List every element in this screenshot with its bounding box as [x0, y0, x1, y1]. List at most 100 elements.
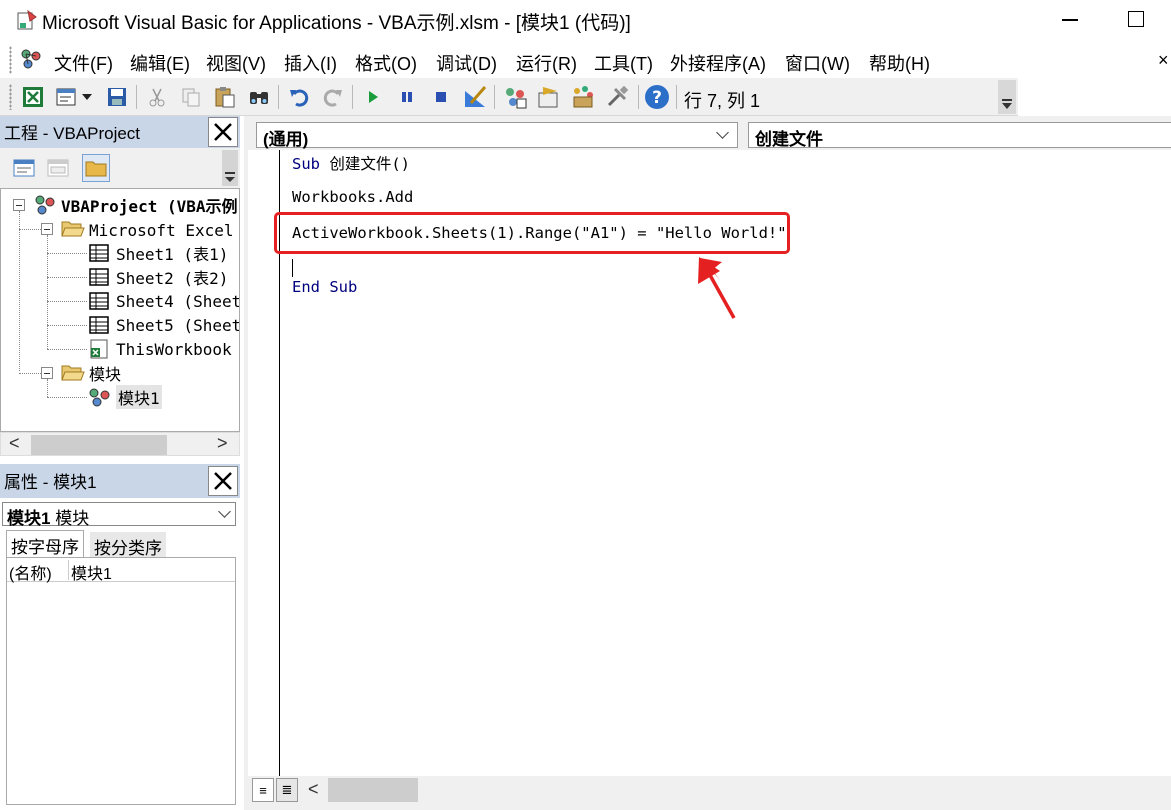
worksheet-icon — [89, 316, 109, 334]
break-icon[interactable] — [394, 84, 420, 110]
code-hscrollbar[interactable]: < — [304, 778, 1171, 802]
close-code-window-icon[interactable]: × — [1158, 50, 1169, 71]
selected-object-type: 模块 — [55, 509, 90, 528]
standard-toolbar: ? 行 7, 列 1 — [0, 78, 1018, 116]
scroll-left-icon[interactable]: < — [308, 779, 319, 800]
redo-icon[interactable] — [320, 84, 346, 110]
collapse-modules-icon[interactable] — [41, 367, 53, 379]
paste-icon[interactable] — [212, 84, 238, 110]
tree-item-module1[interactable]: 模块1 — [87, 385, 162, 409]
project-toolbar-scroll[interactable] — [222, 150, 238, 186]
menu-debug[interactable]: 调试(D) — [436, 50, 497, 76]
project-panel-close-icon[interactable] — [208, 117, 238, 147]
tree-label-excel-objects: Microsoft Excel 对 — [89, 221, 239, 240]
selected-object-name: 模块1 — [7, 509, 51, 528]
run-icon[interactable] — [360, 84, 386, 110]
vbaproject-icon — [35, 195, 55, 215]
properties-panel-header: 属性 - 模块1 — [0, 464, 240, 498]
scroll-left-icon[interactable]: < — [9, 433, 20, 454]
menu-run[interactable]: 运行(R) — [516, 50, 577, 76]
procedure-combo[interactable]: 创建文件 — [748, 122, 1171, 149]
object-combo-value: (通用) — [263, 130, 309, 149]
menu-help[interactable]: 帮助(H) — [869, 50, 930, 76]
menu-view[interactable]: 视图(V) — [206, 50, 266, 76]
code-line-2[interactable]: Workbooks.Add — [292, 188, 413, 206]
collapse-excel-objects-icon[interactable] — [41, 223, 53, 235]
properties-window-icon[interactable] — [536, 84, 562, 110]
toolbox-icon[interactable] — [604, 84, 630, 110]
find-icon[interactable] — [246, 84, 272, 110]
tree-label-modules: 模块 — [89, 365, 122, 384]
menu-edit[interactable]: 编辑(E) — [130, 50, 190, 76]
tree-label-vbaproject: VBAProject (VBA示例 — [61, 197, 238, 216]
project-explorer-icon[interactable] — [502, 84, 528, 110]
worksheet-icon — [89, 268, 109, 286]
cursor-position-label: 行 7, 列 1 — [684, 91, 761, 111]
design-mode-icon[interactable] — [462, 84, 488, 110]
tree-item-modules-folder[interactable]: 模块 — [61, 361, 121, 385]
procedure-combo-value: 创建文件 — [755, 130, 823, 149]
property-name: (名称) — [9, 560, 69, 583]
property-row[interactable]: (名称) 模块1 — [7, 558, 235, 584]
tree-item-sheet1[interactable]: Sheet1 (表1) — [87, 241, 228, 265]
minimize-button[interactable] — [1062, 19, 1078, 21]
code-line-end-sub[interactable]: End Sub — [292, 278, 357, 296]
chevron-down-icon — [716, 126, 729, 139]
menu-bar: 文件(F) 编辑(E) 视图(V) 插入(I) 格式(O) 调试(D) 运行(R… — [0, 42, 1171, 78]
view-object-icon[interactable] — [44, 154, 72, 182]
tree-item-sheet4[interactable]: Sheet4 (Sheet2 — [87, 289, 239, 313]
view-excel-icon[interactable] — [20, 84, 46, 110]
tab-alphabetic[interactable]: 按字母序 — [6, 530, 84, 558]
tree-item-excel-objects[interactable]: Microsoft Excel 对 — [61, 217, 239, 241]
toggle-folders-icon[interactable] — [82, 154, 110, 182]
procedure-view-icon[interactable]: ≡ — [252, 778, 274, 802]
project-tree-hscrollbar[interactable]: < > — [0, 432, 240, 456]
tree-item-thisworkbook[interactable]: ThisWorkbook — [87, 337, 232, 361]
tree-item-sheet5[interactable]: Sheet5 (Sheet3 — [87, 313, 239, 337]
menu-file[interactable]: 文件(F) — [54, 50, 113, 76]
tree-label-sheet2: Sheet2 (表2) — [116, 269, 229, 288]
menu-window[interactable]: 窗口(W) — [785, 50, 850, 76]
tree-item-sheet2[interactable]: Sheet2 (表2) — [87, 265, 228, 289]
scroll-right-icon[interactable]: > — [217, 433, 228, 454]
undo-icon[interactable] — [286, 84, 312, 110]
properties-panel-close-icon[interactable] — [208, 466, 238, 496]
tree-label-sheet1: Sheet1 (表1) — [116, 245, 229, 264]
code-line-1[interactable]: Sub 创建文件() — [292, 152, 410, 174]
chevron-down-icon — [218, 505, 231, 518]
folder-open-icon — [61, 365, 85, 381]
scroll-thumb[interactable] — [31, 435, 167, 455]
collapse-project-icon[interactable] — [13, 199, 25, 211]
reset-icon[interactable] — [428, 84, 454, 110]
save-icon[interactable] — [104, 84, 130, 110]
copy-icon[interactable] — [178, 84, 204, 110]
full-module-view-icon[interactable]: ≣ — [276, 778, 298, 802]
worksheet-icon — [89, 244, 109, 262]
view-code-icon[interactable] — [10, 154, 38, 182]
menu-insert[interactable]: 插入(I) — [284, 50, 337, 76]
window-title: Microsoft Visual Basic for Applications … — [42, 13, 631, 34]
menu-addins[interactable]: 外接程序(A) — [670, 50, 766, 76]
svg-text:?: ? — [652, 88, 662, 108]
insert-module-icon[interactable] — [54, 84, 80, 110]
object-browser-icon[interactable] — [570, 84, 596, 110]
properties-object-select[interactable]: 模块1 模块 — [2, 502, 236, 528]
keyword-sub: Sub — [292, 155, 320, 173]
menu-tools[interactable]: 工具(T) — [594, 50, 653, 76]
title-bar: Microsoft Visual Basic for Applications … — [0, 0, 1171, 40]
scroll-thumb[interactable] — [328, 778, 418, 802]
cut-icon[interactable] — [144, 84, 170, 110]
object-combo[interactable]: (通用) — [256, 122, 738, 149]
toolbar-grip[interactable] — [9, 84, 12, 110]
tree-item-vbaproject[interactable]: VBAProject (VBA示例 — [33, 193, 238, 217]
menu-format[interactable]: 格式(O) — [355, 50, 417, 76]
workbook-icon — [90, 339, 108, 359]
dropdown-arrow-icon[interactable] — [78, 84, 96, 110]
maximize-button[interactable] — [1128, 11, 1144, 27]
menu-grip[interactable] — [9, 46, 12, 74]
module-icon[interactable] — [18, 46, 44, 72]
toolbar-options-button[interactable] — [998, 80, 1016, 114]
property-value[interactable]: 模块1 — [71, 560, 112, 584]
tab-categorized[interactable]: 按分类序 — [90, 532, 166, 558]
help-icon[interactable]: ? — [644, 84, 670, 110]
